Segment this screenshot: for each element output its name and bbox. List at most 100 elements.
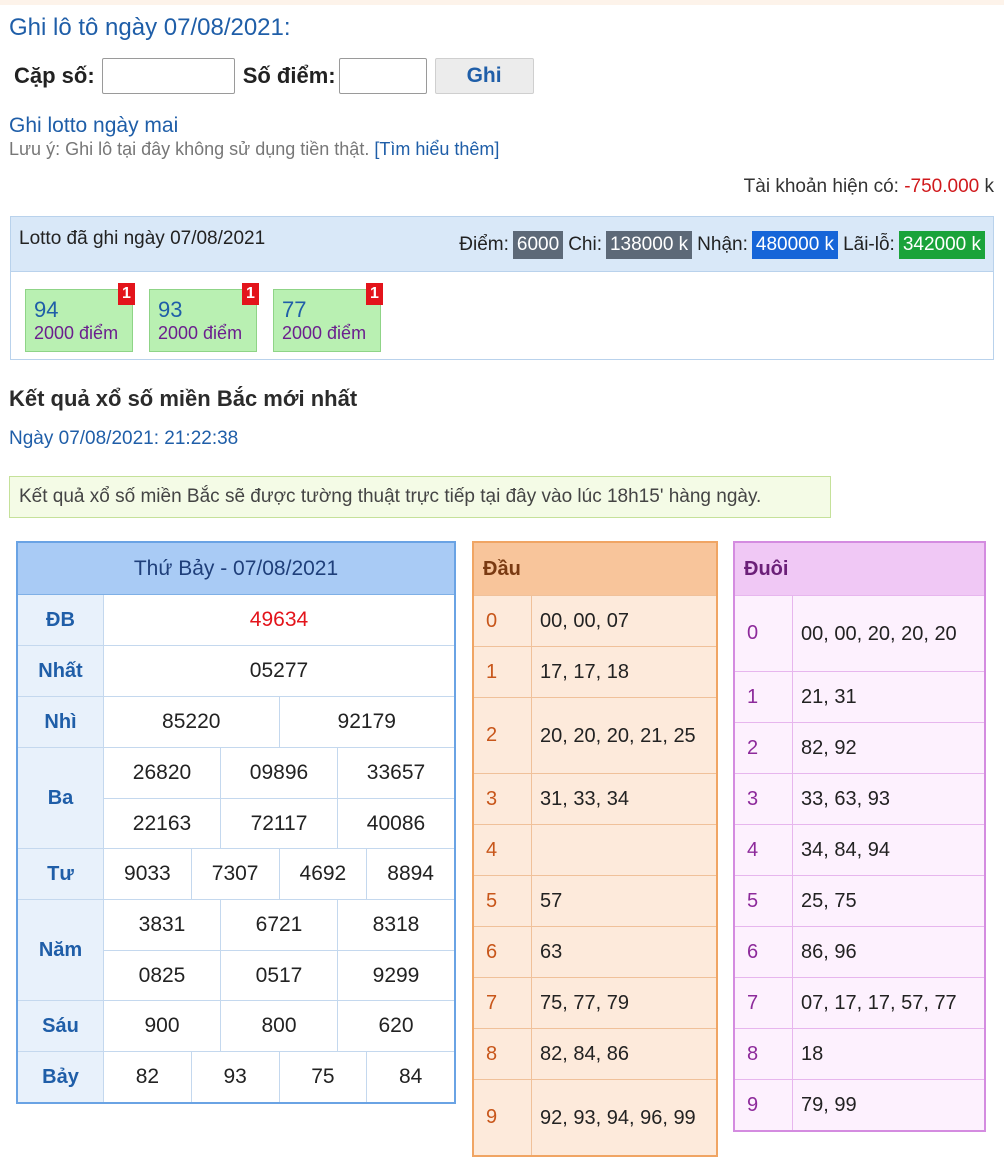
prize-number: 8894 <box>366 849 454 899</box>
prize-number: 72117 <box>220 799 337 848</box>
prize-number: 22163 <box>132 811 192 835</box>
prize-line: 3831 6721 8318 <box>104 900 454 950</box>
spend-stat-value: 138000 k <box>605 231 693 259</box>
head-table-header: Đầu <box>474 543 716 595</box>
head-row: 7 75, 77, 79 <box>474 977 716 1028</box>
tail-digit: 0 <box>735 596 793 671</box>
tail-row: 7 07, 17, 17, 57, 77 <box>735 977 984 1028</box>
prize-number: 900 <box>144 1014 180 1037</box>
tail-row: 0 00, 00, 20, 20, 20 <box>735 595 984 671</box>
lotto-stats: Điểm: 6000 Chi: 138000 k Nhận: 480000 k … <box>459 231 985 259</box>
tail-table-title: Đuôi <box>744 557 789 580</box>
tail-values: 18 <box>801 1043 824 1065</box>
head-row: 4 <box>474 824 716 875</box>
prize-number: 6721 <box>220 900 337 950</box>
prize-values: 26820 09896 33657 22163 72117 40086 <box>104 748 454 848</box>
prize-number: 620 <box>337 1001 454 1051</box>
prize-number: 800 <box>220 1001 337 1051</box>
prize-number: 7307 <box>190 849 279 899</box>
prize-row: Sáu 900 800 620 <box>18 1000 454 1051</box>
tail-row: 2 82, 92 <box>735 722 984 773</box>
ticket-hit-badge: 1 <box>242 283 259 305</box>
results-date: Ngày 07/08/2021: 21:22:38 <box>9 428 239 449</box>
balance-unit: k <box>984 176 995 197</box>
prize-line: 82 93 75 84 <box>104 1052 454 1102</box>
ticket-number: 77 <box>282 297 307 322</box>
notice: Lưu ý: Ghi lô tại đây không sử dụng tiền… <box>9 139 499 160</box>
recorded-lotto-header: Lotto đã ghi ngày 07/08/2021 Điểm: 6000 … <box>11 217 993 272</box>
prize-number: 93 <box>190 1052 279 1102</box>
prize-row: Tư 9033 7307 4692 8894 <box>18 848 454 899</box>
tail-digit: 2 <box>735 723 793 773</box>
results-table: Thứ Bảy - 07/08/2021 ĐB 49634 Nhất 05277 Nhì… <box>16 541 456 1104</box>
lotto-ticket[interactable]: 94 2000 điểm 1 <box>25 283 135 352</box>
tail-row: 6 86, 96 <box>735 926 984 977</box>
balance-label: Tài khoản hiện có: <box>743 176 899 197</box>
head-values: 00, 00, 07 <box>540 610 629 632</box>
head-row: 6 63 <box>474 926 716 977</box>
tail-digit: 9 <box>735 1080 793 1130</box>
head-values: 17, 17, 18 <box>540 661 629 683</box>
prize-row: Nhì 85220 92179 <box>18 696 454 747</box>
head-row: 8 82, 84, 86 <box>474 1028 716 1079</box>
prize-values: 85220 92179 <box>104 697 454 747</box>
points-label: Số điểm: <box>242 63 336 88</box>
head-digit: 4 <box>474 825 532 875</box>
prize-line: 22163 72117 40086 <box>104 798 454 848</box>
prize-number: 85220 <box>162 710 221 733</box>
head-row: 2 20, 20, 20, 21, 25 <box>474 697 716 773</box>
ticket-points: 2000 điểm <box>34 323 119 343</box>
prize-row: Nhất 05277 <box>18 645 454 696</box>
head-values: 82, 84, 86 <box>540 1043 629 1065</box>
points-input[interactable] <box>338 58 427 94</box>
prize-label: Năm <box>18 900 104 1000</box>
prize-line: 05277 <box>104 646 454 696</box>
tomorrow-lotto-link[interactable]: Ghi lotto ngày mai <box>9 114 178 138</box>
prize-label: Sáu <box>18 1001 104 1051</box>
prize-number: 4692 <box>278 849 367 899</box>
tail-table: Đuôi 0 00, 00, 20, 20, 20 1 21, 31 2 82, 92 3 3… <box>733 541 986 1132</box>
tail-row: 1 21, 31 <box>735 671 984 722</box>
receive-stat-label: Nhận: <box>697 234 748 255</box>
head-row: 3 31, 33, 34 <box>474 773 716 824</box>
tail-values: 79, 99 <box>801 1094 857 1116</box>
points-stat-label: Điểm: <box>459 234 509 255</box>
head-digit: 6 <box>474 927 532 977</box>
live-notice: Kết quả xổ số miền Bắc sẽ được tường thu… <box>9 476 831 518</box>
results-table-header: Thứ Bảy - 07/08/2021 <box>18 543 454 595</box>
head-values: 63 <box>540 941 563 963</box>
prize-label: Nhất <box>18 646 104 696</box>
tail-row: 3 33, 63, 93 <box>735 773 984 824</box>
lotto-ticket[interactable]: 93 2000 điểm 1 <box>149 283 259 352</box>
prize-label: Tư <box>18 849 104 899</box>
prize-values: 05277 <box>104 646 454 696</box>
head-values <box>532 825 716 875</box>
tail-values: 25, 75 <box>801 890 857 912</box>
prize-line: 26820 09896 33657 <box>104 748 454 798</box>
prize-line: 49634 <box>104 595 454 645</box>
head-row: 5 57 <box>474 875 716 926</box>
head-row: 1 17, 17, 18 <box>474 646 716 697</box>
head-digit: 8 <box>474 1029 532 1079</box>
learn-more-link[interactable]: [Tìm hiểu thêm] <box>374 139 499 159</box>
pair-input[interactable] <box>101 58 235 94</box>
prize-row: Năm 3831 6721 8318 0825 0517 9299 <box>18 899 454 1000</box>
prize-label: Bảy <box>18 1052 104 1102</box>
prize-number: 8318 <box>337 900 454 950</box>
tail-digit: 6 <box>735 927 793 977</box>
head-row: 0 00, 00, 07 <box>474 595 716 646</box>
prize-number: 0825 <box>138 963 186 987</box>
prize-number: 9299 <box>337 951 454 1000</box>
tail-digit: 7 <box>735 978 793 1028</box>
lotto-ticket[interactable]: 77 2000 điểm 1 <box>273 283 383 352</box>
prize-values: 900 800 620 <box>104 1001 454 1051</box>
head-values: 92, 93, 94, 96, 99 <box>540 1106 696 1129</box>
pair-label: Cặp số: <box>14 63 95 88</box>
tail-values: 34, 84, 94 <box>801 839 890 861</box>
tail-values: 82, 92 <box>801 737 857 759</box>
head-digit: 3 <box>474 774 532 824</box>
prize-number: 84 <box>366 1052 454 1102</box>
notice-text: Lưu ý: Ghi lô tại đây không sử dụng tiền… <box>9 139 370 159</box>
submit-button[interactable]: Ghi <box>434 58 534 94</box>
tail-values: 21, 31 <box>801 686 857 708</box>
